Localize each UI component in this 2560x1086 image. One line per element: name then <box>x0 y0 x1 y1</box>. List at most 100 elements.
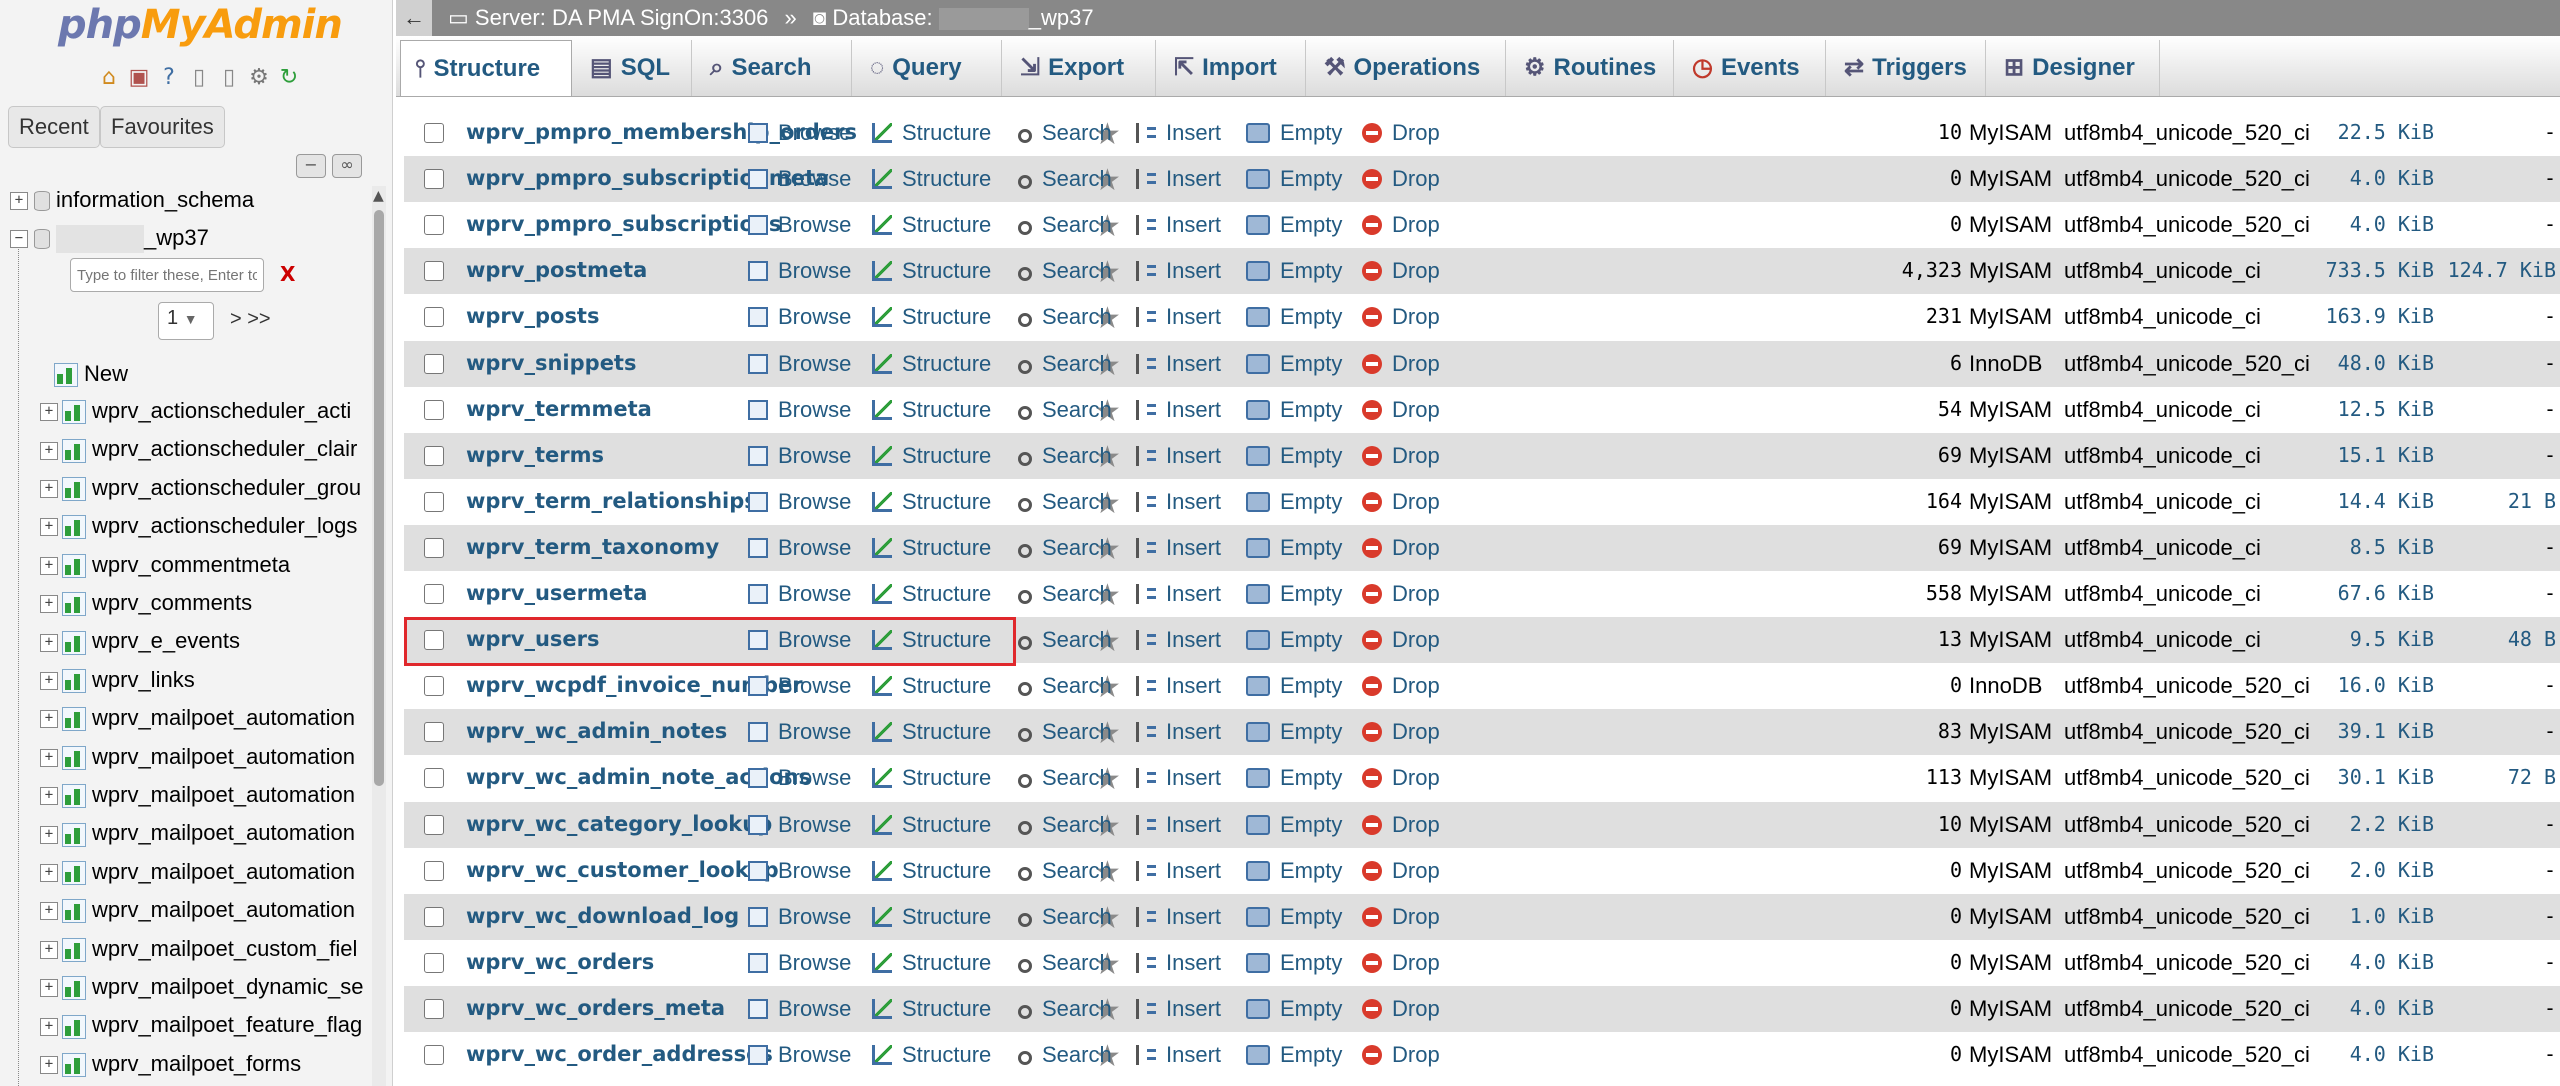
empty-link[interactable]: Empty <box>1246 166 1342 192</box>
table-size-link[interactable]: 48.0 KiB <box>2304 351 2434 375</box>
table-size-link[interactable]: 8.5 KiB <box>2304 535 2434 559</box>
nav-table-item[interactable]: + wprv_actionscheduler_acti <box>40 393 351 429</box>
browse-link[interactable]: Browse <box>748 304 851 330</box>
structure-link[interactable]: Structure <box>872 1042 991 1068</box>
expand-icon[interactable]: + <box>40 479 58 498</box>
drop-link[interactable]: Drop <box>1362 351 1440 377</box>
drop-link[interactable]: Drop <box>1362 535 1440 561</box>
table-name-link[interactable]: wprv_terms <box>466 443 604 467</box>
search-link[interactable]: Search <box>1018 673 1112 699</box>
nav-table-item[interactable]: + wprv_e_events <box>40 623 240 659</box>
structure-link[interactable]: Structure <box>872 535 991 561</box>
link-with-main-icon[interactable]: ∞ <box>332 154 362 178</box>
empty-link[interactable]: Empty <box>1246 120 1342 146</box>
page-select[interactable]: 1 ▼ <box>158 302 214 340</box>
docs-icon[interactable]: ▯ <box>186 64 212 90</box>
search-link[interactable]: Search <box>1018 120 1112 146</box>
search-link[interactable]: Search <box>1018 489 1112 515</box>
expand-icon[interactable]: + <box>40 748 58 767</box>
table-size-link[interactable]: 22.5 KiB <box>2304 120 2434 144</box>
table-size-link[interactable]: 16.0 KiB <box>2304 673 2434 697</box>
tab-structure[interactable]: ⫯ Structure <box>400 40 572 96</box>
expand-icon[interactable]: + <box>40 902 58 921</box>
search-link[interactable]: Search <box>1018 950 1112 976</box>
tab-operations[interactable]: ⚒ Operations <box>1310 40 1506 96</box>
expand-icon[interactable]: + <box>40 403 58 422</box>
tab-events[interactable]: ◷ Events <box>1678 40 1826 96</box>
search-link[interactable]: Search <box>1018 627 1112 653</box>
table-name-link[interactable]: wprv_wc_orders <box>466 950 654 974</box>
table-name-link[interactable]: wprv_wc_customer_lookup <box>466 858 779 882</box>
search-link[interactable]: Search <box>1018 581 1112 607</box>
tab-triggers[interactable]: ⇄ Triggers <box>1830 40 1986 96</box>
table-name-link[interactable]: wprv_term_taxonomy <box>466 535 719 559</box>
insert-link[interactable]: Insert <box>1136 904 1221 930</box>
insert-link[interactable]: Insert <box>1136 166 1221 192</box>
empty-link[interactable]: Empty <box>1246 304 1342 330</box>
search-link[interactable]: Search <box>1018 858 1112 884</box>
browse-link[interactable]: Browse <box>748 812 851 838</box>
drop-link[interactable]: Drop <box>1362 673 1440 699</box>
search-link[interactable]: Search <box>1018 304 1112 330</box>
table-size-link[interactable]: 2.2 KiB <box>2304 812 2434 836</box>
drop-link[interactable]: Drop <box>1362 719 1440 745</box>
table-name-link[interactable]: wprv_termmeta <box>466 397 652 421</box>
empty-link[interactable]: Empty <box>1246 212 1342 238</box>
nav-table-item[interactable]: + wprv_commentmeta <box>40 547 290 583</box>
search-link[interactable]: Search <box>1018 765 1112 791</box>
drop-link[interactable]: Drop <box>1362 166 1440 192</box>
row-checkbox[interactable] <box>424 307 444 328</box>
nav-scrollbar[interactable]: ▲ <box>372 186 386 1086</box>
table-name-link[interactable]: wprv_wc_category_lookup <box>466 812 772 836</box>
table-size-link[interactable]: 15.1 KiB <box>2304 443 2434 467</box>
empty-link[interactable]: Empty <box>1246 858 1342 884</box>
insert-link[interactable]: Insert <box>1136 443 1221 469</box>
nav-table-item[interactable]: + wprv_actionscheduler_logs <box>40 508 357 544</box>
structure-link[interactable]: Structure <box>872 212 991 238</box>
insert-link[interactable]: Insert <box>1136 950 1221 976</box>
clear-filter-button[interactable]: X <box>280 262 295 286</box>
phpmyadmin-logo[interactable]: phpMyAdmin <box>58 2 343 48</box>
structure-link[interactable]: Structure <box>872 397 991 423</box>
empty-link[interactable]: Empty <box>1246 489 1342 515</box>
nav-table-item[interactable]: + wprv_mailpoet_automation <box>40 777 355 813</box>
table-name-link[interactable]: wprv_postmeta <box>466 258 647 282</box>
logout-icon[interactable]: ▣ <box>126 64 152 90</box>
expand-icon[interactable]: + <box>40 1017 58 1036</box>
structure-link[interactable]: Structure <box>872 489 991 515</box>
structure-link[interactable]: Structure <box>872 765 991 791</box>
nav-table-item[interactable]: + wprv_comments <box>40 585 252 621</box>
expand-icon[interactable]: + <box>40 518 58 537</box>
tab-import[interactable]: ⇱ Import <box>1160 40 1306 96</box>
table-size-link[interactable]: 9.5 KiB <box>2304 627 2434 651</box>
insert-link[interactable]: Insert <box>1136 581 1221 607</box>
search-link[interactable]: Search <box>1018 904 1112 930</box>
drop-link[interactable]: Drop <box>1362 397 1440 423</box>
empty-link[interactable]: Empty <box>1246 351 1342 377</box>
expand-icon[interactable]: + <box>40 787 58 806</box>
insert-link[interactable]: Insert <box>1136 120 1221 146</box>
nav-table-item[interactable]: + wprv_actionscheduler_clair <box>40 431 357 467</box>
help-icon[interactable]: ? <box>156 64 182 90</box>
browse-link[interactable]: Browse <box>748 719 851 745</box>
structure-link[interactable]: Structure <box>872 258 991 284</box>
row-checkbox[interactable] <box>424 445 444 466</box>
search-link[interactable]: Search <box>1018 812 1112 838</box>
db-item-wp37[interactable]: − _wp37 <box>10 220 209 256</box>
search-link[interactable]: Search <box>1018 351 1112 377</box>
row-checkbox[interactable] <box>424 353 444 374</box>
browse-link[interactable]: Browse <box>748 258 851 284</box>
drop-link[interactable]: Drop <box>1362 996 1440 1022</box>
table-size-link[interactable]: 4.0 KiB <box>2304 166 2434 190</box>
row-checkbox[interactable] <box>424 768 444 789</box>
browse-link[interactable]: Browse <box>748 166 851 192</box>
structure-link[interactable]: Structure <box>872 304 991 330</box>
table-name-link[interactable]: wprv_usermeta <box>466 581 647 605</box>
search-link[interactable]: Search <box>1018 397 1112 423</box>
browse-link[interactable]: Browse <box>748 996 851 1022</box>
drop-link[interactable]: Drop <box>1362 950 1440 976</box>
recent-tab[interactable]: Recent <box>8 106 100 148</box>
browse-link[interactable]: Browse <box>748 673 851 699</box>
scroll-thumb[interactable] <box>374 210 384 786</box>
row-checkbox[interactable] <box>424 630 444 651</box>
